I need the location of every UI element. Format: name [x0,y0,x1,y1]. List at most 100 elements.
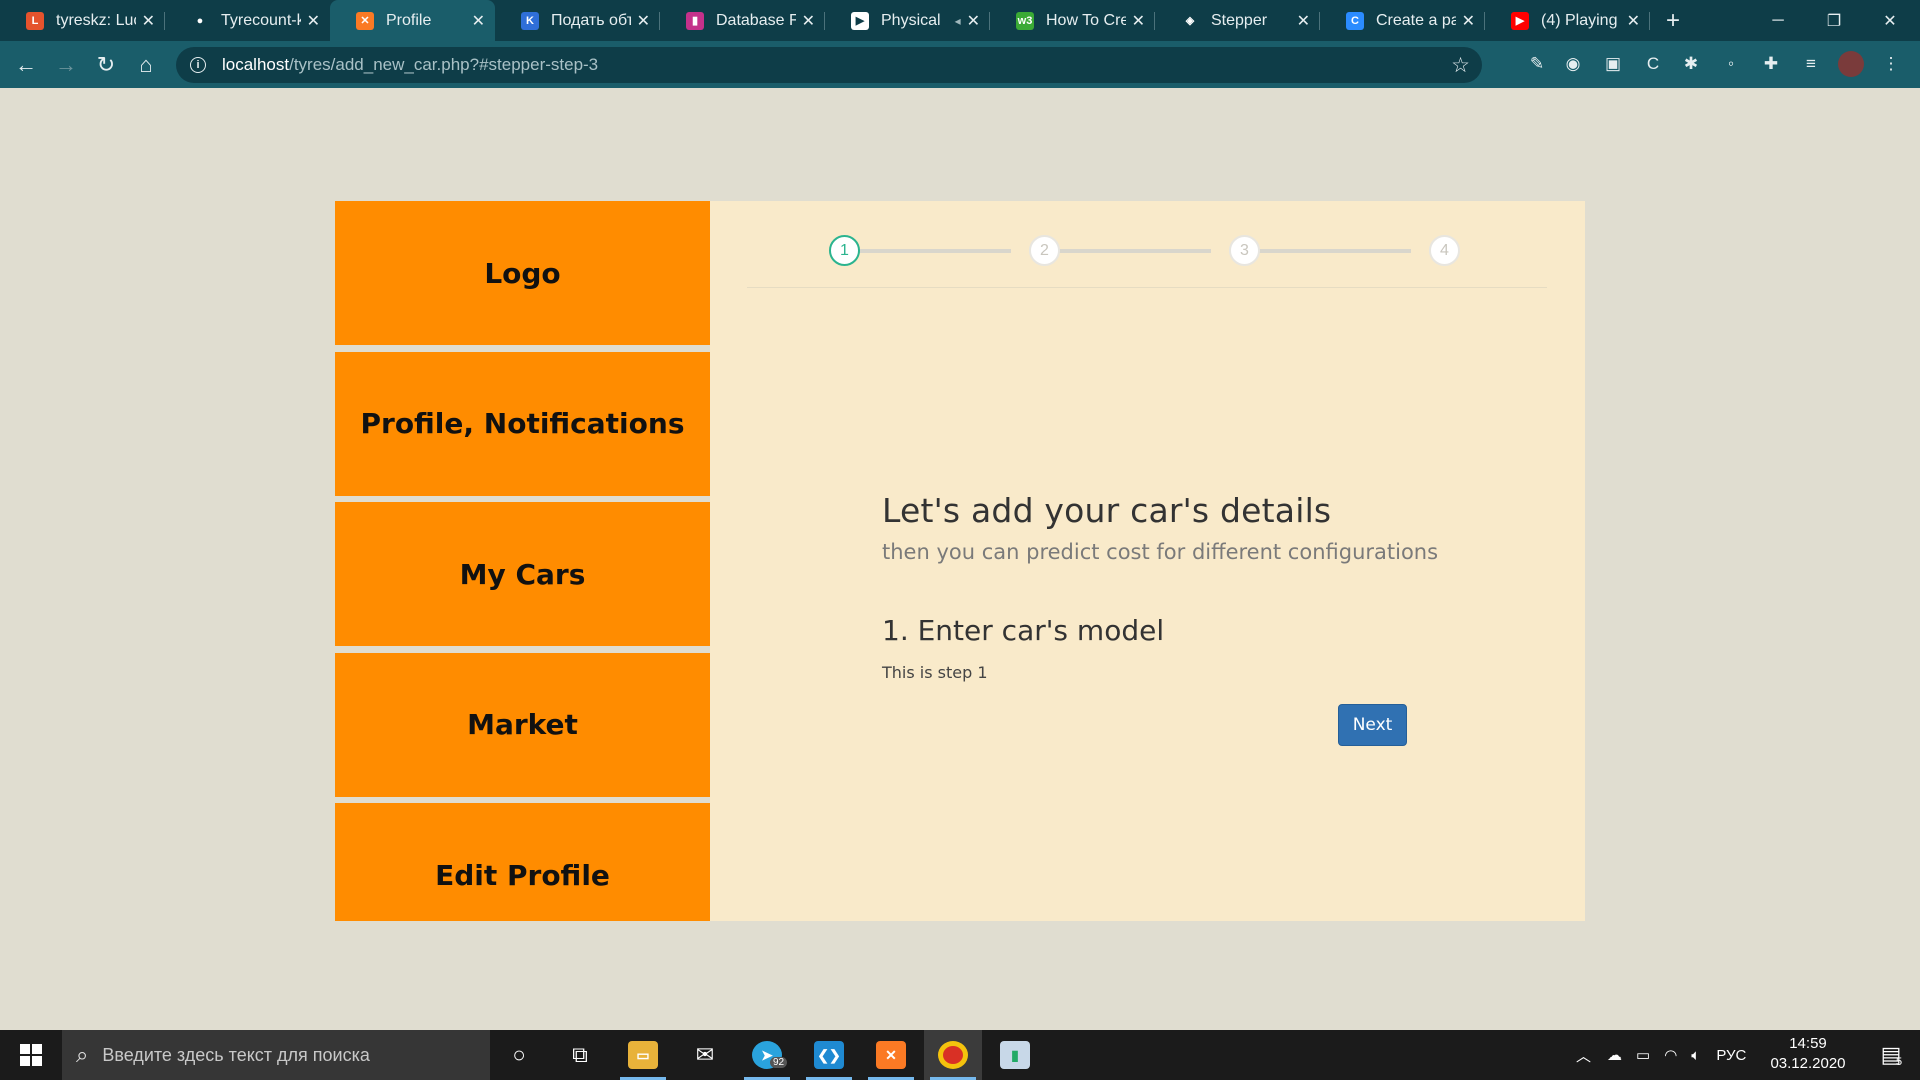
github-icon: ● [191,11,209,30]
new-tab-button[interactable]: + [1650,7,1696,41]
browser-tab[interactable]: ▮ Database First ✕ [660,0,825,41]
tab-close-icon[interactable]: ✕ [1627,11,1640,31]
sidebar-item-my-cars[interactable]: My Cars [335,502,710,646]
screen-capture-extension-icon[interactable]: ▣ [1600,51,1626,77]
step-description: This is step 1 [882,663,988,682]
forward-button[interactable]: → [46,45,86,85]
start-button[interactable] [0,1030,62,1080]
browser-tab[interactable]: ● Tyrecount-kz ✕ [165,0,330,41]
tab-title: Подать объявление [551,11,631,29]
home-button[interactable]: ⌂ [126,45,166,85]
system-tray: ︿ ☁ ▭ ◠ 🔈︎ РУС [1576,1030,1746,1080]
database-app-icon[interactable]: ▮ [986,1030,1044,1080]
sidebar-item-profile-notifications[interactable]: Profile, Notifications [335,351,710,496]
sidebar-item-edit-profile[interactable]: Edit Profile [335,803,710,921]
browser-tab[interactable]: w3 How To Create ✕ [990,0,1155,41]
bug-extension-icon[interactable]: ✱ [1678,51,1704,77]
xampp-icon: ✕ [356,11,374,30]
notification-count: 5 [1896,1056,1903,1068]
windows-logo-icon [20,1044,42,1066]
tab-audio-muted-icon[interactable]: ◂ [955,14,961,28]
telegram-icon[interactable]: ➤ 92 [738,1030,796,1080]
browser-tab[interactable]: K Подать объявление ✕ [495,0,660,41]
w3-icon: w3 [1016,11,1034,30]
tab-close-icon[interactable]: ✕ [1462,11,1475,31]
eyedropper-extension-icon[interactable]: ✎ [1524,51,1550,77]
wave-extension-icon[interactable]: ◦ [1718,51,1744,77]
action-center-icon[interactable]: ▤ 5 [1862,1030,1920,1080]
chrome-icon[interactable] [924,1030,982,1080]
browser-menu-icon[interactable]: ⋮ [1878,51,1904,77]
taskbar-clock[interactable]: 14:59 03.12.2020 [1768,1034,1848,1074]
vscode-icon[interactable]: ❮❯ [800,1030,858,1080]
tab-close-icon[interactable]: ✕ [307,11,320,31]
browser-tab[interactable]: Ltyreskz: Lucid ✕ [0,0,165,41]
page-subtitle: then you can predict cost for different … [882,540,1439,564]
tab-title: Stepper [1211,11,1268,29]
address-bar[interactable]: i localhost/tyres/add_new_car.php?#stepp… [176,47,1482,83]
battery-icon[interactable]: ▭ [1636,1046,1650,1064]
stepper-step-4[interactable]: 4 [1429,235,1460,266]
stepper-connector [859,249,1011,253]
record-extension-icon[interactable]: ◉ [1560,51,1586,77]
reload-button[interactable]: ↻ [86,45,126,85]
profile-avatar[interactable] [1838,51,1864,77]
tab-title: Tyrecount-kz [221,11,301,29]
browser-tab[interactable]: ▶ Physical ◂ ✕ [825,0,990,41]
wifi-icon[interactable]: ◠ [1664,1046,1677,1064]
tab-close-icon[interactable]: ✕ [967,11,980,31]
cortana-icon[interactable]: ○ [490,1030,548,1080]
browser-tab[interactable]: ◈ Stepper ✕ [1155,0,1320,41]
sidebar-item-market[interactable]: Market [335,652,710,797]
tab-list: Ltyreskz: Lucid✕●Tyrecount-kz✕✕Profile✕K… [0,0,1650,41]
restore-button[interactable]: ❐ [1806,0,1862,41]
url-path: /tyres/add_new_car.php?#stepper-step-3 [289,55,599,74]
stepper-step-1[interactable]: 1 [829,235,860,266]
onedrive-icon[interactable]: ☁ [1607,1046,1622,1064]
tab-close-icon[interactable]: ✕ [802,11,815,31]
media-control-icon[interactable]: ≡ [1798,51,1824,77]
clock-date: 03.12.2020 [1770,1055,1846,1072]
tab-close-icon[interactable]: ✕ [637,11,650,31]
next-button[interactable]: Next [1338,704,1407,746]
tab-close-icon[interactable]: ✕ [1132,11,1145,31]
close-window-button[interactable]: ✕ [1862,0,1918,41]
task-view-icon[interactable]: ⧉ [551,1030,609,1080]
browser-tab[interactable]: C Create a palette ✕ [1320,0,1485,41]
file-explorer-icon[interactable]: ▭ [614,1030,672,1080]
site-info-icon[interactable]: i [190,57,206,73]
page-title: Let's add your car's details [882,491,1332,530]
minimize-button[interactable]: ─ [1750,0,1806,41]
sidebar-item-label: Market [467,708,578,741]
tab-close-icon[interactable]: ✕ [472,11,485,31]
back-button[interactable]: ← [6,45,46,85]
step-content: Let's add your car's details then you ca… [882,491,1442,682]
taskbar-search-input[interactable]: ⌕ Введите здесь текст для поиска [62,1030,490,1080]
stepper-step-2[interactable]: 2 [1029,235,1060,266]
url-host: localhost [222,55,290,74]
bookmark-star-icon[interactable]: ☆ [1451,53,1470,78]
tab-close-icon[interactable]: ✕ [142,11,155,31]
sidebar-item-label: Profile, Notifications [360,407,685,440]
sidebar-item-label: Logo [484,256,561,290]
mail-icon[interactable]: ✉ [676,1030,734,1080]
volume-icon[interactable]: 🔈︎ [1691,1047,1700,1064]
c-extension-icon[interactable]: C [1640,51,1666,77]
browser-tab[interactable]: ✕ Profile ✕ [330,0,495,41]
tab-title: How To Create [1046,11,1126,29]
dashboard-card: Logo Profile, Notifications My Cars Mark… [335,201,1585,921]
clock-time: 14:59 [1789,1035,1827,1052]
tab-title: tyreskz: Lucid [56,11,136,29]
xampp-taskbar-icon[interactable]: ✕ [862,1030,920,1080]
browser-tab[interactable]: ▶ (4) Playing Tyres ✕ [1485,0,1650,41]
search-placeholder: Введите здесь текст для поиска [102,1044,370,1065]
extensions-puzzle-icon[interactable]: ✚ [1758,51,1784,77]
browser-tab-strip: Ltyreskz: Lucid✕●Tyrecount-kz✕✕Profile✕K… [0,0,1920,41]
sidebar-nav: Logo Profile, Notifications My Cars Mark… [335,201,710,921]
tab-close-icon[interactable]: ✕ [1297,11,1310,31]
stepper-connector [1259,249,1411,253]
language-indicator[interactable]: РУС [1716,1047,1746,1064]
tray-overflow-icon[interactable]: ︿ [1576,1045,1591,1066]
sidebar-item-logo[interactable]: Logo [335,201,710,345]
stepper-step-3[interactable]: 3 [1229,235,1260,266]
